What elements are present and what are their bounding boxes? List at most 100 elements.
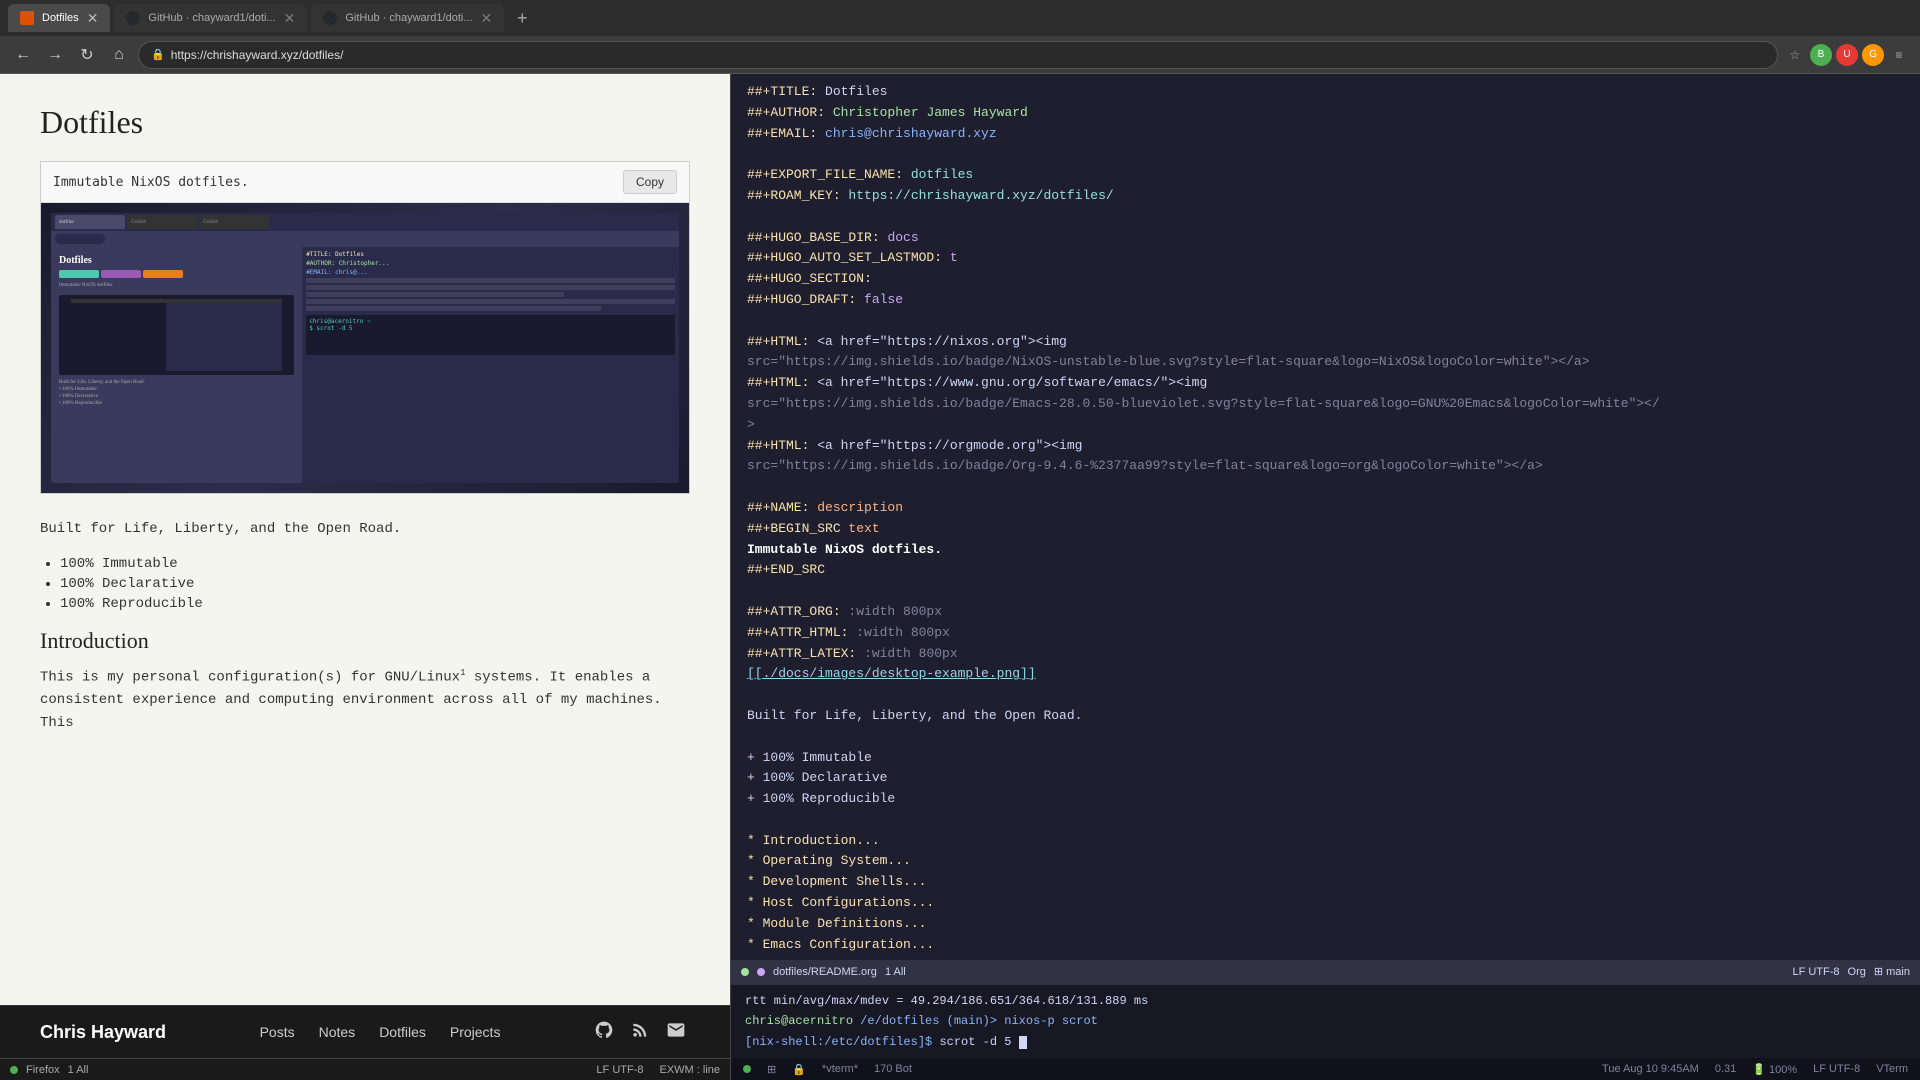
bs-bot: 170 Bot (874, 1063, 912, 1075)
code-line-reproducible: + 100% Reproducible (747, 789, 1904, 810)
code-line-immutable: + 100% Immutable (747, 748, 1904, 769)
status-right: LF UTF-8 EXWM : line (596, 1064, 720, 1076)
tab-label-dotfiles: Dotfiles (42, 12, 79, 24)
editor-mode: Org (1848, 966, 1866, 978)
mini-code-1 (306, 278, 675, 283)
github-social-icon[interactable] (594, 1020, 618, 1044)
terminal-shell-prompt: [nix-shell:/etc/dotfiles]$ (745, 1035, 932, 1049)
mini-tab-2: GitHub (127, 215, 197, 229)
code-line-blank1 (747, 144, 1904, 165)
intro-text-1: This is my personal configuration(s) for… (40, 670, 460, 686)
bottom-status-bar: ⊞ 🔒 *vterm* 170 Bot Tue Aug 10 9:45AM 0.… (731, 1058, 1920, 1080)
tab-github1[interactable]: GitHub · chayward1/doti... ✕ (114, 4, 307, 32)
list-item-reproducible: 100% Reproducible (60, 596, 690, 612)
tab-github2[interactable]: GitHub · chayward1/doti... ✕ (311, 4, 504, 32)
site-brand[interactable]: Chris Hayward (40, 1022, 166, 1043)
forward-button[interactable]: → (42, 42, 68, 68)
status-left: Firefox 1 All (10, 1064, 88, 1076)
terminal-prompt-line: chris@acernitro /e/dotfiles (main)> nixo… (745, 1011, 1906, 1031)
bookmark-icon[interactable]: ☆ (1784, 44, 1806, 66)
mini-build-text: Built for Life, Liberty, and the Open Ro… (59, 379, 294, 386)
copy-button[interactable]: Copy (623, 170, 677, 194)
terminal-cmd: scrot -d 5 (939, 1035, 1011, 1049)
mini-left-panel: Dotfiles Immutable NixOS dotfiles. (51, 247, 302, 483)
refresh-button[interactable]: ↻ (74, 42, 100, 68)
code-line-hugo-section: ##+HUGO_SECTION: (747, 269, 1904, 290)
bs-dot (743, 1065, 751, 1073)
nav-link-posts[interactable]: Posts (260, 1024, 295, 1040)
url-text: https://chrishayward.xyz/dotfiles/ (171, 48, 1765, 62)
mode-status: EXWM : line (659, 1064, 720, 1076)
menu-icon[interactable]: ≡ (1888, 44, 1910, 66)
home-button[interactable]: ⌂ (106, 42, 132, 68)
nav-links: Posts Notes Dotfiles Projects (260, 1024, 501, 1040)
status-circle-1 (741, 968, 749, 976)
mini-tab-3: GitHub (199, 215, 269, 229)
code-line-hugo-base: ##+HUGO_BASE_DIR: docs (747, 228, 1904, 249)
extension2-icon[interactable]: U (1836, 44, 1858, 66)
extension1-icon[interactable]: B (1810, 44, 1832, 66)
code-line-blank4 (747, 477, 1904, 498)
nav-bar: ← → ↻ ⌂ 🔒 https://chrishayward.xyz/dotfi… (0, 36, 1920, 74)
tab-favicon-dotfiles (20, 11, 34, 25)
code-line-export: ##+EXPORT_FILE_NAME: dotfiles (747, 165, 1904, 186)
mini-content: Dotfiles Immutable NixOS dotfiles. (51, 247, 679, 483)
code-line-built: Built for Life, Liberty, and the Open Ro… (747, 706, 1904, 727)
nav-link-projects[interactable]: Projects (450, 1024, 501, 1040)
browser-status-bar: Firefox 1 All LF UTF-8 EXWM : line (0, 1058, 730, 1080)
browser-chrome: Dotfiles ✕ GitHub · chayward1/doti... ✕ … (0, 0, 1920, 74)
site-navigation: Chris Hayward Posts Notes Dotfiles Proje… (0, 1005, 730, 1058)
code-line-blank7 (747, 727, 1904, 748)
browser-name: Firefox (26, 1064, 60, 1076)
code-line-html3-src: src="https://img.shields.io/badge/Org-9.… (747, 456, 1904, 477)
main-area: Dotfiles Immutable NixOS dotfiles. Copy … (0, 74, 1920, 1080)
tab-favicon-github2 (323, 11, 337, 25)
mini-badge-3 (143, 270, 183, 278)
tab-dotfiles[interactable]: Dotfiles ✕ (8, 4, 110, 32)
body-text: Built for Life, Liberty, and the Open Ro… (40, 518, 690, 540)
list-item-declarative: 100% Declarative (60, 576, 690, 592)
tab-close-github2[interactable]: ✕ (481, 10, 493, 27)
code-line-h-intro: * Introduction... (747, 831, 1904, 852)
screenshot-box: Immutable NixOS dotfiles. Copy dotfiles … (40, 161, 690, 494)
mini-badges (59, 270, 294, 278)
mini-tab-1: dotfiles (55, 215, 125, 229)
bs-vterm-label: VTerm (1876, 1063, 1908, 1076)
code-line-blank5 (747, 581, 1904, 602)
code-line-img-link: [[./docs/images/desktop-example.png]] (747, 664, 1904, 685)
mini-url (55, 234, 105, 244)
bullet-list: 100% Immutable 100% Declarative 100% Rep… (60, 556, 690, 612)
code-line-name: ##+NAME: description (747, 498, 1904, 519)
new-tab-button[interactable]: + (508, 4, 536, 32)
mini-code-2 (306, 285, 675, 290)
code-line-html1: ##+HTML: <a href="https://nixos.org"><im… (747, 332, 1904, 353)
extension3-icon[interactable]: G (1862, 44, 1884, 66)
editor-content[interactable]: ##+TITLE: Dotfiles ##+AUTHOR: Christophe… (731, 74, 1920, 960)
nav-link-dotfiles[interactable]: Dotfiles (379, 1024, 426, 1040)
rss-social-icon[interactable] (630, 1020, 654, 1044)
code-line-h-os: * Operating System... (747, 851, 1904, 872)
terminal-cmd-line: [nix-shell:/etc/dotfiles]$ scrot -d 5 (745, 1032, 1906, 1052)
tab-favicon-github1 (126, 11, 140, 25)
code-line-dotfiles-text: Immutable NixOS dotfiles. (747, 540, 1904, 561)
tab-close-dotfiles[interactable]: ✕ (87, 10, 99, 27)
lock-icon: 🔒 (151, 48, 165, 61)
url-bar[interactable]: 🔒 https://chrishayward.xyz/dotfiles/ (138, 41, 1778, 69)
mini-terminal: chris@acernitro ~ $ scrot -d 5 (306, 315, 675, 355)
terminal-cursor (1019, 1036, 1027, 1049)
tab-close-github1[interactable]: ✕ (284, 10, 296, 27)
code-line-attr-org: ##+ATTR_ORG: :width 800px (747, 602, 1904, 623)
code-line-html2: ##+HTML: <a href="https://www.gnu.org/so… (747, 373, 1904, 394)
status-circle-2 (757, 968, 765, 976)
browser-workspace: 1 All (68, 1064, 89, 1076)
nav-link-notes[interactable]: Notes (319, 1024, 356, 1040)
website-content: Dotfiles Immutable NixOS dotfiles. Copy … (0, 74, 730, 1005)
nav-extras: ☆ B U G ≡ (1784, 44, 1910, 66)
code-line-email: ##+EMAIL: chris@chrishayward.xyz (747, 124, 1904, 145)
email-social-icon[interactable] (666, 1020, 690, 1044)
mini-badge-2 (101, 270, 141, 278)
code-line-attr-latex: ##+ATTR_LATEX: :width 800px (747, 644, 1904, 665)
back-button[interactable]: ← (10, 42, 36, 68)
tab-label-github2: GitHub · chayward1/doti... (345, 12, 472, 24)
code-line-html3: ##+HTML: <a href="https://orgmode.org"><… (747, 436, 1904, 457)
